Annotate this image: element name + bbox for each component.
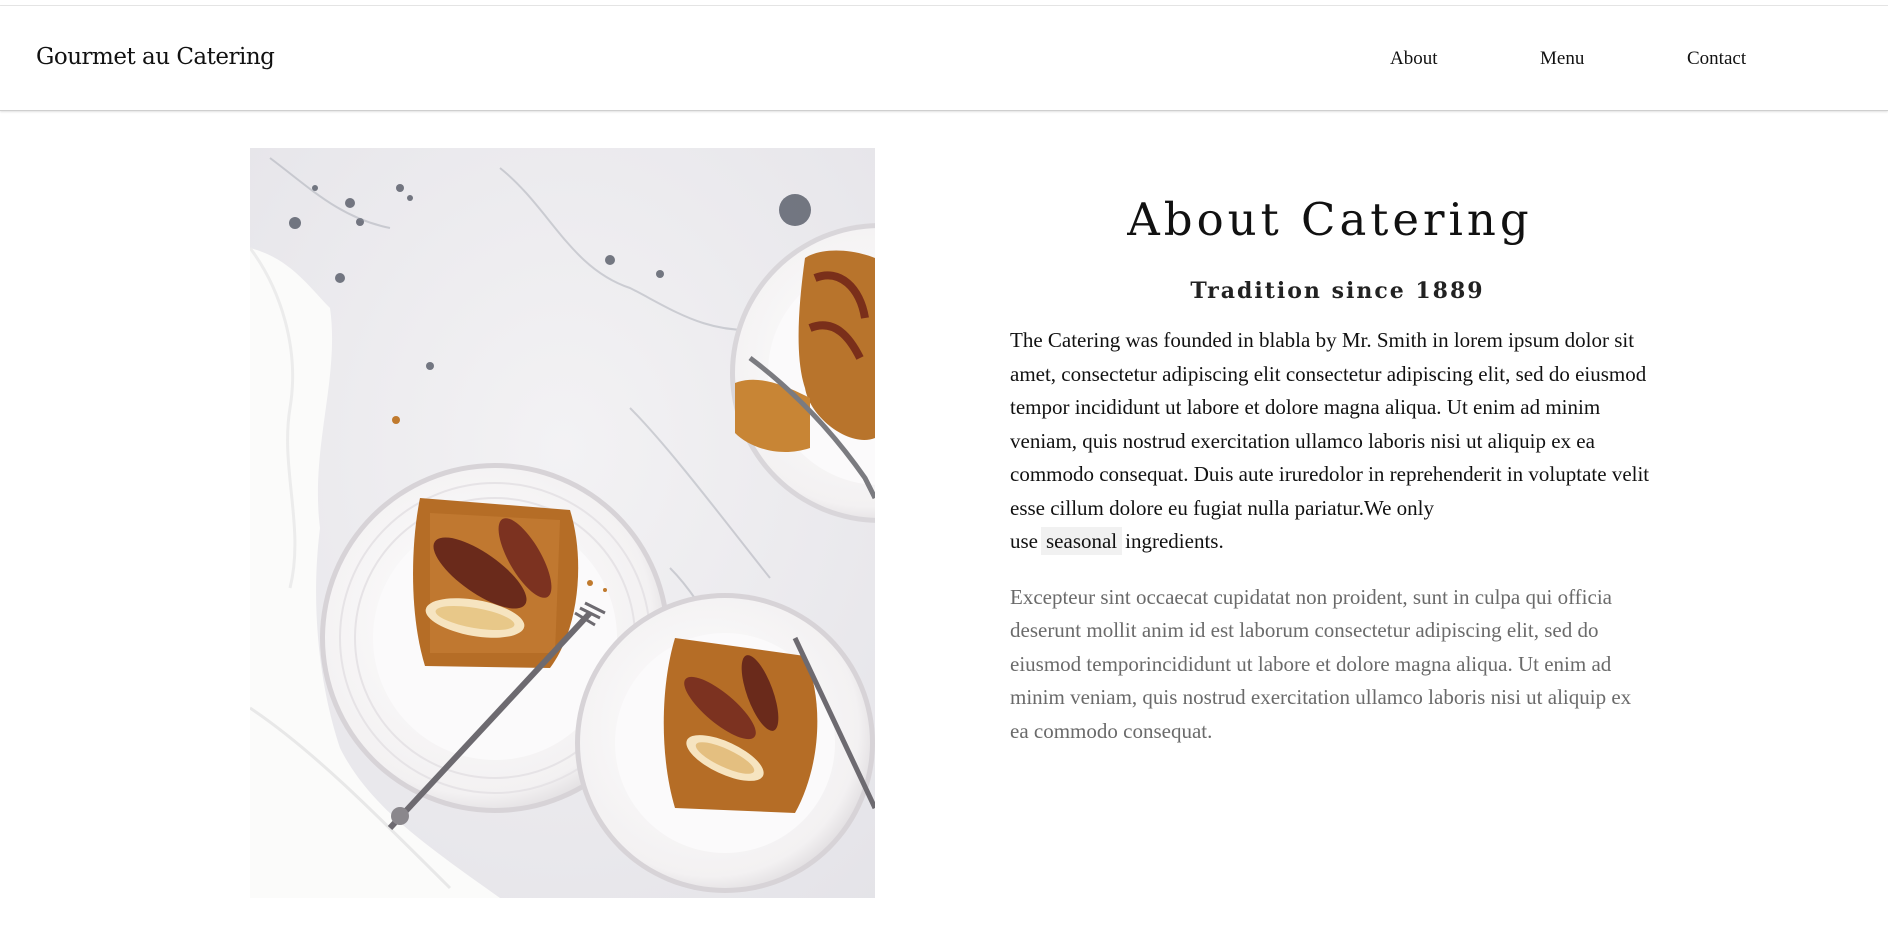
about-paragraph-1: The Catering was founded in blabla by Mr… <box>1010 324 1650 559</box>
nav-link-menu[interactable]: Menu <box>1540 48 1584 70</box>
page-title: About Catering <box>1127 193 1533 246</box>
about-section: About Catering Tradition since 1889 The … <box>1010 190 1650 748</box>
navbar: Gourmet au Catering About Menu Contact <box>0 6 1888 111</box>
nav-link-contact[interactable]: Contact <box>1687 48 1746 70</box>
seasonal-highlight: seasonal <box>1041 527 1123 555</box>
about-paragraph-2: Excepteur sint occaecat cupidatat non pr… <box>1010 584 1632 743</box>
paragraph-1-end: ingredients. <box>1125 529 1224 553</box>
food-photo-icon <box>250 148 875 898</box>
brand-logo[interactable]: Gourmet au Catering <box>36 44 275 70</box>
catering-image <box>250 148 875 898</box>
subtitle: Tradition since 1889 <box>1190 278 1485 304</box>
nav-link-about[interactable]: About <box>1390 48 1438 70</box>
paragraph-1-text: The Catering was founded in blabla by Mr… <box>1010 328 1650 553</box>
